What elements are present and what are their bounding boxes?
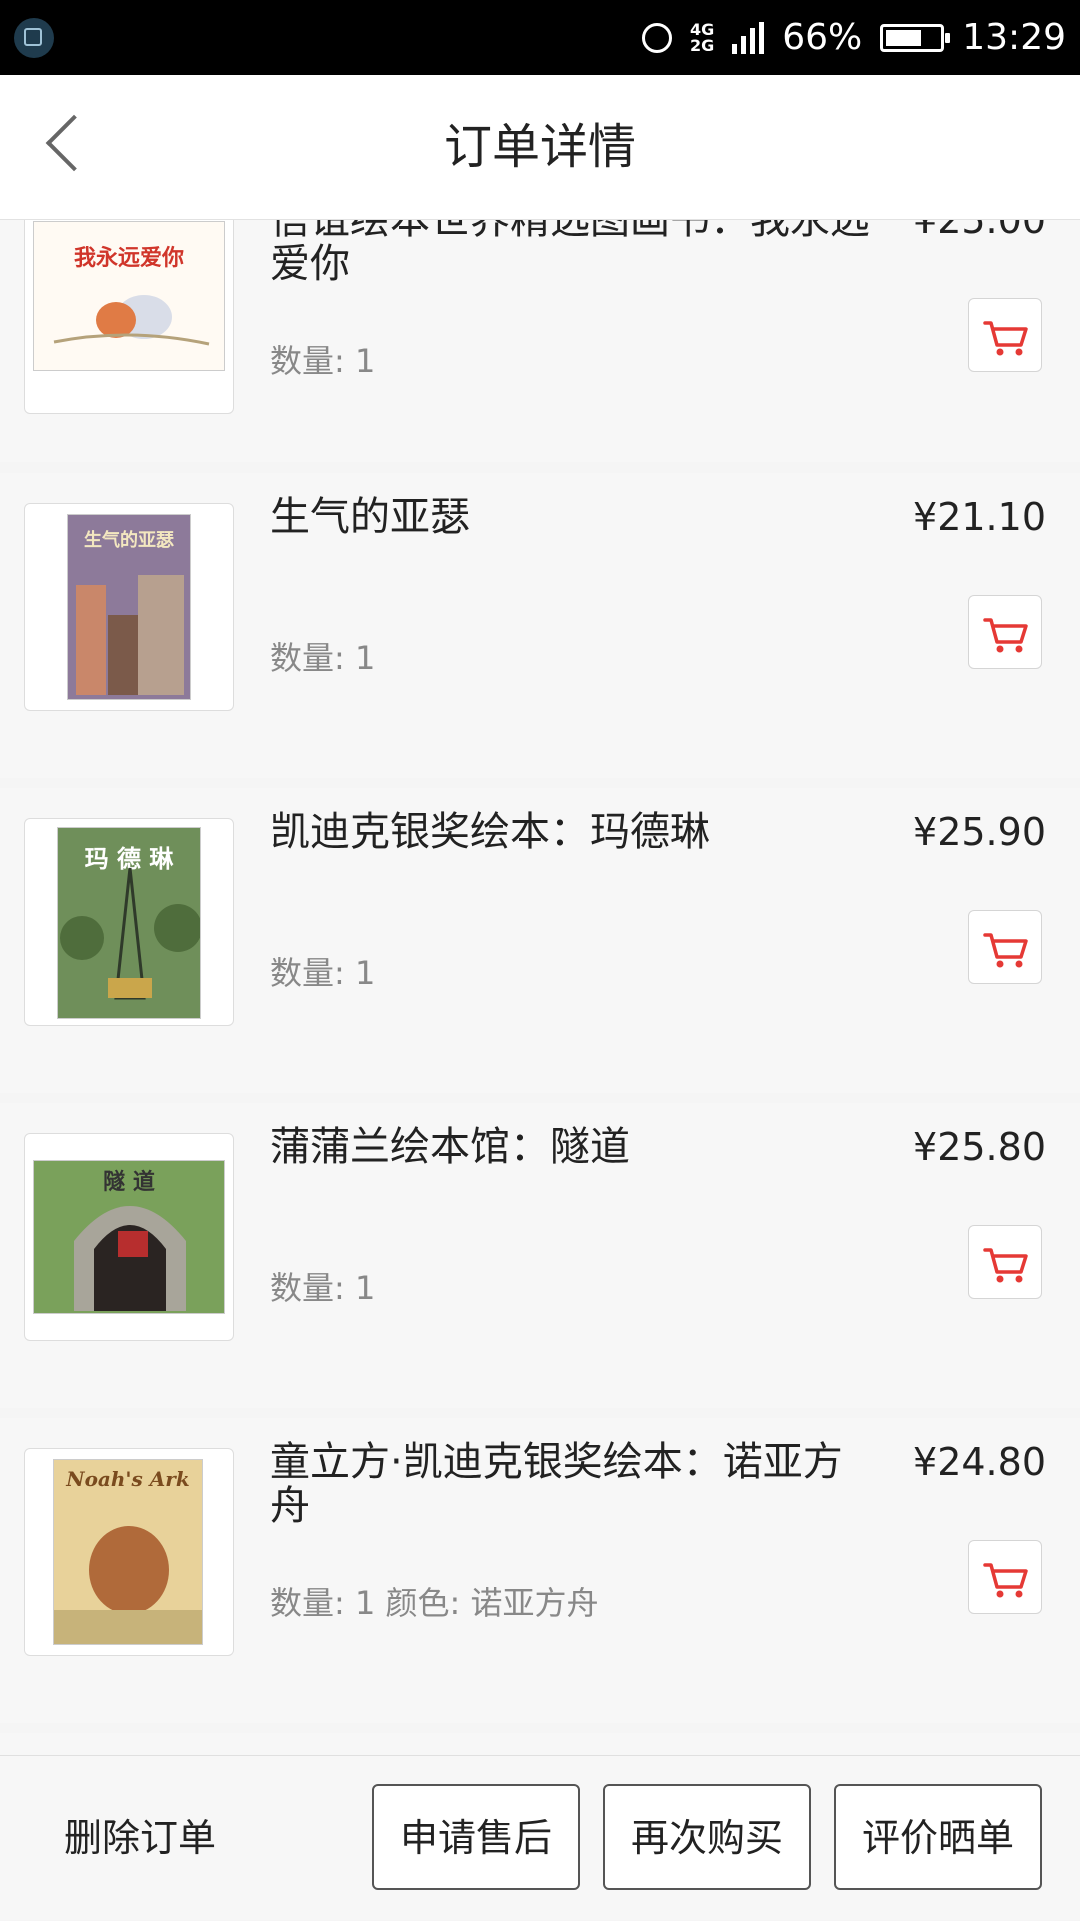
add-to-cart-button[interactable] xyxy=(968,298,1042,372)
book-cover-image: Noah's Ark xyxy=(53,1459,203,1645)
cover-illustration xyxy=(76,575,184,695)
item-price: ¥25.80 xyxy=(913,1125,1046,1169)
item-price: ¥24.80 xyxy=(913,1440,1046,1484)
list-item[interactable]: 我永远爱你 信谊绘本世界精选图画书：我永远爱你 ¥25.00 数量: 1 xyxy=(0,220,1080,462)
battery-percent: 66% xyxy=(782,17,863,58)
after-sales-button[interactable]: 申请售后 xyxy=(372,1784,580,1890)
add-to-cart-button[interactable] xyxy=(968,910,1042,984)
list-item[interactable]: Noah's Ark 童立方·凯迪克银奖绘本：诺亚方舟 ¥24.80 数量: 1… xyxy=(0,1418,1080,1723)
item-price: ¥25.90 xyxy=(913,810,1046,854)
product-thumbnail[interactable]: 我永远爱你 xyxy=(24,220,234,414)
shopping-cart-icon xyxy=(983,933,1028,968)
book-cover-image: 隧 道 xyxy=(33,1160,225,1314)
network-type-icon: 4G 2G xyxy=(689,21,715,55)
add-to-cart-button[interactable] xyxy=(968,1225,1042,1299)
item-quantity: 数量: 1 xyxy=(270,954,376,992)
item-title[interactable]: 信谊绘本世界精选图画书：我永远爱你 xyxy=(270,220,880,286)
item-title[interactable]: 生气的亚瑟 xyxy=(270,495,880,539)
app-header: 订单详情 xyxy=(0,75,1080,220)
book-cover-image: 玛 德 琳 xyxy=(57,827,201,1019)
signal-icon xyxy=(732,21,765,54)
review-button[interactable]: 评价晒单 xyxy=(834,1784,1042,1890)
product-thumbnail[interactable]: 生气的亚瑟 xyxy=(24,503,234,711)
network-label-2g: 2G xyxy=(689,35,715,55)
list-item[interactable]: 隧 道 蒲蒲兰绘本馆：隧道 ¥25.80 数量: 1 xyxy=(0,1103,1080,1408)
product-thumbnail[interactable]: Noah's Ark xyxy=(24,1448,234,1656)
item-title[interactable]: 凯迪克银奖绘本：玛德琳 xyxy=(270,810,880,854)
shopping-cart-icon xyxy=(983,618,1028,653)
list-item[interactable]: 玛 德 琳 凯迪克银奖绘本：玛德琳 ¥25.90 数量: 1 xyxy=(0,788,1080,1093)
status-bar: 4G 2G 66% 13:29 xyxy=(0,0,1080,75)
order-item-list[interactable]: 我永远爱你 信谊绘本世界精选图画书：我永远爱你 ¥25.00 数量: 1 生气的… xyxy=(0,220,1080,1755)
cover-illustration xyxy=(60,867,200,1000)
cover-illustration xyxy=(74,1206,186,1311)
cover-illustration xyxy=(53,295,210,346)
gallery-notification-icon xyxy=(14,18,54,58)
product-thumbnail[interactable]: 玛 德 琳 xyxy=(24,818,234,1026)
shopping-cart-icon xyxy=(983,321,1028,356)
alarm-icon xyxy=(641,22,672,53)
item-quantity: 数量: 1 xyxy=(270,1269,376,1307)
battery-icon xyxy=(880,23,951,52)
list-item xyxy=(0,1733,1080,1755)
item-price: ¥21.10 xyxy=(913,495,1046,539)
item-quantity: 数量: 1 颜色: 诺亚方舟 xyxy=(270,1584,599,1622)
list-item[interactable]: 生气的亚瑟 生气的亚瑟 ¥21.10 数量: 1 xyxy=(0,473,1080,778)
shopping-cart-icon xyxy=(983,1248,1028,1283)
clock: 13:29 xyxy=(962,17,1066,58)
bottom-action-bar: 删除订单 申请售后 再次购买 评价晒单 xyxy=(0,1755,1080,1920)
cover-illustration xyxy=(54,1526,202,1644)
page-title: 订单详情 xyxy=(443,119,636,175)
item-title[interactable]: 童立方·凯迪克银奖绘本：诺亚方舟 xyxy=(270,1440,880,1528)
add-to-cart-button[interactable] xyxy=(968,1540,1042,1614)
book-cover-image: 生气的亚瑟 xyxy=(67,514,191,700)
buy-again-button[interactable]: 再次购买 xyxy=(603,1784,811,1890)
shopping-cart-icon xyxy=(983,1563,1028,1598)
item-price: ¥25.00 xyxy=(913,220,1046,242)
delete-order-button[interactable]: 删除订单 xyxy=(64,1756,216,1921)
item-quantity: 数量: 1 xyxy=(270,342,376,380)
status-indicators: 4G 2G 66% 13:29 xyxy=(641,0,1066,75)
add-to-cart-button[interactable] xyxy=(968,595,1042,669)
product-thumbnail[interactable]: 隧 道 xyxy=(24,1133,234,1341)
item-title[interactable]: 蒲蒲兰绘本馆：隧道 xyxy=(270,1125,880,1169)
item-quantity: 数量: 1 xyxy=(270,639,376,677)
book-cover-image: 我永远爱你 xyxy=(33,221,225,371)
